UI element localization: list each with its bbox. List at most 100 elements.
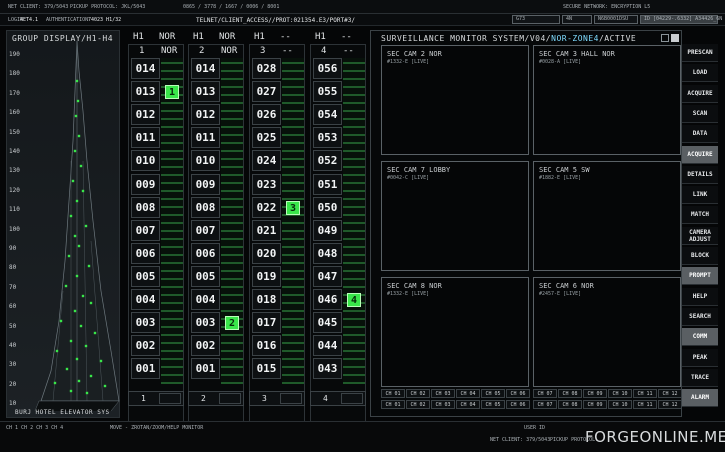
floor-button-009[interactable]: 009 <box>131 173 160 195</box>
channel-button[interactable]: CH 02 <box>406 389 430 398</box>
camera-feed[interactable]: SEC CAM 3 HALL NOR #0028-A [LIVE] <box>533 45 681 155</box>
floor-button-007[interactable]: 007 <box>191 219 220 241</box>
floor-button-044[interactable]: 044 <box>313 335 342 357</box>
channel-button[interactable]: CH 11 <box>633 400 657 409</box>
channel-button[interactable]: CH 04 <box>456 389 480 398</box>
channel-button[interactable]: CH 07 <box>533 389 557 398</box>
floor-button-025[interactable]: 025 <box>252 127 281 149</box>
floor-button-013[interactable]: 013 <box>191 81 220 103</box>
floor-button-003[interactable]: 003 <box>131 312 160 334</box>
floor-button-007[interactable]: 007 <box>131 219 160 241</box>
floor-button-053[interactable]: 053 <box>313 127 342 149</box>
floor-button-002[interactable]: 002 <box>191 335 220 357</box>
floor-button-010[interactable]: 010 <box>191 150 220 172</box>
channel-button[interactable]: CH 06 <box>506 389 530 398</box>
channel-button[interactable]: CH 05 <box>481 400 505 409</box>
channel-button[interactable]: CH 11 <box>633 389 657 398</box>
camera-feed[interactable]: SEC CAM 2 NOR #1332-E [LIVE] <box>381 45 529 155</box>
floor-button-011[interactable]: 011 <box>131 127 160 149</box>
floor-button-005[interactable]: 005 <box>191 265 220 287</box>
menu-comm-button[interactable]: COMM <box>682 328 718 347</box>
elevator-car-2[interactable]: 2 <box>225 316 239 331</box>
floor-button-008[interactable]: 008 <box>191 196 220 218</box>
menu-camera-adjust-button[interactable]: CAMERA ADJUST <box>682 226 718 245</box>
floor-button-047[interactable]: 047 <box>313 265 342 287</box>
elevator-car-3[interactable]: 3 <box>286 200 300 215</box>
channel-button[interactable]: CH 01 <box>381 400 405 409</box>
elevator-footer-field[interactable] <box>159 393 181 404</box>
menu-load-button[interactable]: LOAD <box>682 64 718 83</box>
camera-feed[interactable]: SEC CAM 6 NOR #2457-E [LIVE] <box>533 277 681 387</box>
menu-acquire-button[interactable]: ACQUIRE <box>682 84 718 103</box>
channel-button[interactable]: CH 08 <box>558 389 582 398</box>
channel-button[interactable]: CH 09 <box>583 400 607 409</box>
floor-button-008[interactable]: 008 <box>131 196 160 218</box>
floor-button-020[interactable]: 020 <box>252 242 281 264</box>
floor-button-004[interactable]: 004 <box>131 289 160 310</box>
menu-trace-button[interactable]: TRACE <box>682 368 718 387</box>
menu-prompt-button[interactable]: PROMPT <box>682 267 718 286</box>
floor-button-009[interactable]: 009 <box>191 173 220 195</box>
floor-button-014[interactable]: 014 <box>131 58 160 79</box>
channel-button[interactable]: CH 03 <box>431 400 455 409</box>
elevator-car-4[interactable]: 4 <box>347 293 361 307</box>
channel-button[interactable]: CH 03 <box>431 389 455 398</box>
floor-button-050[interactable]: 050 <box>313 196 342 218</box>
floor-button-023[interactable]: 023 <box>252 173 281 195</box>
menu-help-button[interactable]: HELP <box>682 287 718 306</box>
floor-button-026[interactable]: 026 <box>252 104 281 126</box>
elevator-footer-field[interactable] <box>280 393 302 404</box>
elevator-footer-1[interactable]: 1 <box>128 391 184 406</box>
floor-button-017[interactable]: 017 <box>252 312 281 334</box>
camera-feed[interactable]: SEC CAM 7 LOBBY #0042-C [LIVE] <box>381 161 529 271</box>
elevator-footer-field[interactable] <box>341 393 363 404</box>
channel-button[interactable]: CH 10 <box>608 400 632 409</box>
channel-button[interactable]: CH 12 <box>658 389 682 398</box>
floor-button-010[interactable]: 010 <box>131 150 160 172</box>
camera-feed[interactable]: SEC CAM 5 SW #1882-E [LIVE] <box>533 161 681 271</box>
camera-feed[interactable]: SEC CAM 8 NOR #1332-E [LIVE] <box>381 277 529 387</box>
menu-data-button[interactable]: DATA <box>682 125 718 144</box>
channel-button[interactable]: CH 07 <box>533 400 557 409</box>
elevator-footer-4[interactable]: 4 <box>310 391 366 406</box>
menu-prescan-button[interactable]: PRESCAN <box>682 44 718 62</box>
floor-button-021[interactable]: 021 <box>252 219 281 241</box>
menu-acquire-button[interactable]: ACQUIRE <box>682 145 718 164</box>
menu-details-button[interactable]: DETAILS <box>682 165 718 184</box>
channel-button[interactable]: CH 10 <box>608 389 632 398</box>
floor-button-006[interactable]: 006 <box>191 242 220 264</box>
floor-button-003[interactable]: 003 <box>191 312 220 334</box>
channel-button[interactable]: CH 09 <box>583 389 607 398</box>
floor-button-005[interactable]: 005 <box>131 265 160 287</box>
floor-button-012[interactable]: 012 <box>131 104 160 126</box>
elevator-car-1[interactable]: 1 <box>165 85 179 100</box>
floor-button-052[interactable]: 052 <box>313 150 342 172</box>
floor-button-001[interactable]: 001 <box>131 358 160 380</box>
floor-button-018[interactable]: 018 <box>252 289 281 310</box>
floor-button-028[interactable]: 028 <box>252 58 281 79</box>
floor-button-027[interactable]: 027 <box>252 81 281 103</box>
channel-button[interactable]: CH 04 <box>456 400 480 409</box>
floor-button-056[interactable]: 056 <box>313 58 342 79</box>
channel-button[interactable]: CH 08 <box>558 400 582 409</box>
menu-block-button[interactable]: BLOCK <box>682 247 718 265</box>
channel-button[interactable]: CH 01 <box>381 389 405 398</box>
menu-peak-button[interactable]: PEAK <box>682 348 718 367</box>
floor-button-004[interactable]: 004 <box>191 289 220 310</box>
layout-toggle-icon[interactable] <box>661 34 669 42</box>
floor-button-022[interactable]: 022 <box>252 196 281 218</box>
floor-button-001[interactable]: 001 <box>191 358 220 380</box>
fullscreen-icon[interactable] <box>671 34 679 42</box>
elevator-footer-2[interactable]: 2 <box>188 391 244 406</box>
menu-match-button[interactable]: MATCH <box>682 206 718 225</box>
floor-button-012[interactable]: 012 <box>191 104 220 126</box>
elevator-footer-field[interactable] <box>219 393 241 404</box>
menu-search-button[interactable]: SEARCH <box>682 307 718 326</box>
floor-button-014[interactable]: 014 <box>191 58 220 79</box>
menu-link-button[interactable]: LINK <box>682 186 718 205</box>
floor-button-054[interactable]: 054 <box>313 104 342 126</box>
floor-button-055[interactable]: 055 <box>313 81 342 103</box>
floor-button-024[interactable]: 024 <box>252 150 281 172</box>
channel-button[interactable]: CH 06 <box>506 400 530 409</box>
floor-button-013[interactable]: 013 <box>131 81 160 103</box>
